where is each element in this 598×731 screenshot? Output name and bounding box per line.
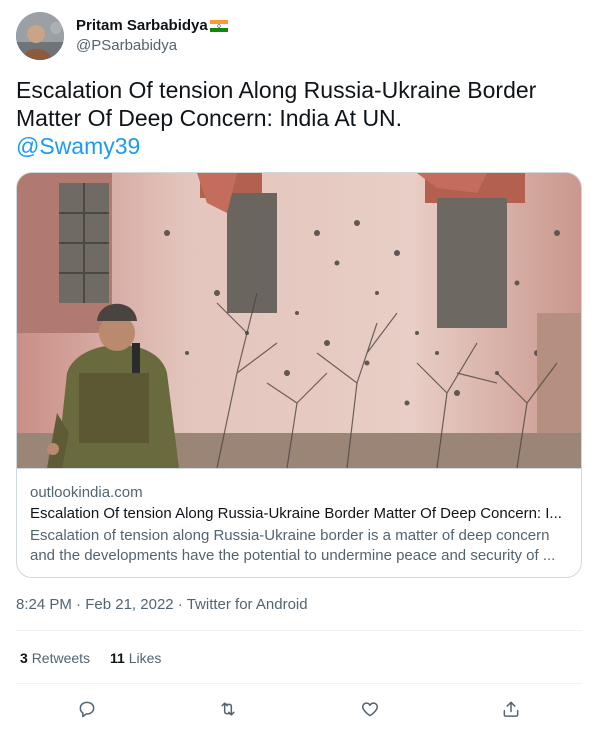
heart-icon (361, 702, 378, 717)
author-handle[interactable]: @PSarbabidya (76, 36, 228, 56)
action-bar (16, 693, 582, 725)
tweet-time[interactable]: 8:24 PM (16, 596, 72, 613)
avatar[interactable] (16, 12, 64, 60)
likes-stat[interactable]: 11 Likes (110, 648, 161, 668)
card-description: Escalation of tension along Russia-Ukrai… (30, 526, 568, 566)
card-description-line-2: and the developments have the potential … (30, 547, 556, 564)
author-name-row[interactable]: Pritam Sarbabidya (76, 16, 228, 36)
share-icon (503, 701, 519, 717)
tweet-stats: 3 Retweets 11 Likes (20, 648, 161, 668)
tweet-body: Escalation Of tension Along Russia-Ukrai… (16, 77, 537, 131)
india-flag-icon (209, 20, 228, 32)
divider (16, 683, 582, 684)
reply-button[interactable] (70, 692, 104, 726)
retweets-count: 3 (20, 650, 28, 666)
tweet-source[interactable]: Twitter for Android (187, 596, 308, 613)
author-display-name[interactable]: Pritam Sarbabidya (76, 16, 208, 36)
likes-count: 11 (110, 650, 125, 666)
share-button[interactable] (494, 692, 528, 726)
card-domain: outlookindia.com (30, 484, 143, 501)
tweet-date[interactable]: Feb 21, 2022 (85, 596, 173, 613)
meta-separator: · (76, 596, 86, 613)
retweet-button[interactable] (211, 692, 245, 726)
card-image[interactable] (17, 173, 581, 469)
retweets-label: Retweets (31, 650, 91, 666)
tweet-text: Escalation Of tension Along Russia-Ukrai… (16, 76, 582, 160)
likes-label: Likes (128, 650, 162, 666)
reply-icon (79, 701, 95, 718)
card-description-line-1: Escalation of tension along Russia-Ukrai… (30, 527, 550, 544)
tweet-meta: 8:24 PM · Feb 21, 2022 · Twitter for And… (16, 595, 308, 615)
card-body[interactable]: outlookindia.com Escalation Of tension A… (30, 483, 568, 566)
meta-separator: · (177, 596, 187, 613)
card-title: Escalation Of tension Along Russia-Ukrai… (30, 505, 562, 522)
retweet-icon (221, 702, 235, 716)
like-button[interactable] (353, 692, 387, 726)
tweet-header: Pritam Sarbabidya @PSarbabidya (16, 12, 582, 62)
divider (16, 630, 582, 631)
retweets-stat[interactable]: 3 Retweets (20, 648, 90, 668)
link-card[interactable]: outlookindia.com Escalation Of tension A… (16, 172, 582, 578)
mention-link[interactable]: @Swamy39 (16, 133, 140, 159)
